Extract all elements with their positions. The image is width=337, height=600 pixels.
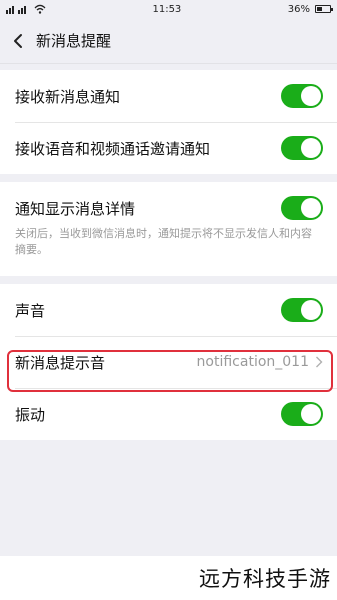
nav-bar: 新消息提醒 [0, 18, 337, 64]
sound-label: 声音 [15, 301, 46, 320]
details-group: 通知显示消息详情 关闭后，当收到微信消息时，通知提示将不显示发信人和内容摘要。 [0, 182, 337, 276]
receive-new-message-toggle[interactable] [281, 84, 323, 108]
status-right: 36% [287, 3, 333, 15]
sound-toggle[interactable] [281, 298, 323, 322]
back-arrow-icon[interactable] [10, 32, 28, 50]
receive-new-message-label: 接收新消息通知 [15, 87, 121, 106]
status-bar: 11:53 36% [0, 0, 337, 18]
new-message-tone-value: notification_011 [197, 354, 323, 370]
watermark-text: 远方科技手游 [0, 556, 337, 600]
new-message-tone-label: 新消息提示音 [15, 353, 106, 372]
notification-group: 接收新消息通知 接收语音和视频通话邀请通知 [0, 70, 337, 174]
receive-voice-video-toggle[interactable] [281, 136, 323, 160]
sound-row[interactable]: 声音 [0, 284, 337, 336]
show-details-row[interactable]: 通知显示消息详情 [0, 182, 337, 234]
receive-voice-video-row[interactable]: 接收语音和视频通话邀请通知 [0, 122, 337, 174]
show-details-label: 通知显示消息详情 [15, 199, 136, 218]
new-message-tone-row[interactable]: 新消息提示音 notification_011 [0, 336, 337, 388]
page-title: 新消息提醒 [36, 32, 112, 50]
receive-voice-video-label: 接收语音和视频通话邀请通知 [15, 139, 211, 158]
status-left [6, 4, 46, 14]
vibrate-toggle[interactable] [281, 402, 323, 426]
chevron-right-icon [316, 356, 323, 368]
battery-icon [315, 5, 333, 13]
signal-icon [6, 6, 26, 14]
wifi-icon [34, 4, 46, 14]
sound-group: 声音 新消息提示音 notification_011 振动 [0, 284, 337, 440]
status-time: 11:53 [152, 3, 182, 15]
tone-value-text: notification_011 [196, 354, 309, 370]
battery-percent: 36% [287, 3, 310, 15]
vibrate-row[interactable]: 振动 [0, 388, 337, 440]
show-details-toggle[interactable] [281, 196, 323, 220]
vibrate-label: 振动 [15, 405, 46, 424]
receive-new-message-row[interactable]: 接收新消息通知 [0, 70, 337, 122]
